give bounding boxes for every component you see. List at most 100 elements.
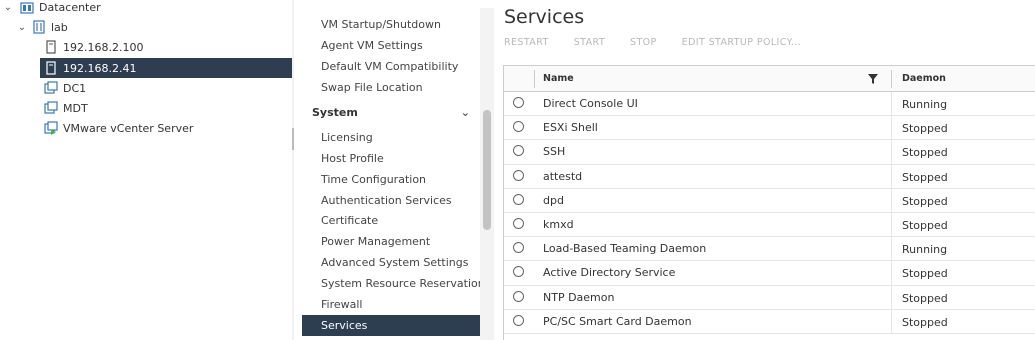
column-divider xyxy=(891,285,892,309)
table-row[interactable]: ESXi Shell Stopped xyxy=(504,116,1035,141)
row-select-radio[interactable] xyxy=(513,193,524,205)
service-daemon-status: Stopped xyxy=(902,194,948,208)
vm-icon xyxy=(44,101,58,114)
tree-node-host-41[interactable]: 192.168.2.41 xyxy=(40,58,292,78)
column-divider xyxy=(891,188,892,212)
scrollbar-thumb[interactable] xyxy=(483,110,491,230)
tree-node-dc1[interactable]: DC1 xyxy=(0,78,292,98)
tree-node-lab[interactable]: ⌄ lab xyxy=(0,17,292,37)
chevron-down-icon[interactable]: ⌄ xyxy=(461,101,470,125)
row-select-radio[interactable] xyxy=(513,266,524,278)
service-daemon-status: Stopped xyxy=(902,315,948,329)
nav-scrollbar[interactable] xyxy=(480,8,494,340)
nav-item-licensing[interactable]: Licensing xyxy=(302,127,480,148)
tree-label: 192.168.2.41 xyxy=(63,61,137,75)
nav-item-swap-file-location[interactable]: Swap File Location xyxy=(302,77,480,98)
service-name: Active Directory Service xyxy=(543,266,676,280)
gutter xyxy=(494,0,500,340)
tree-label: lab xyxy=(51,20,68,34)
tree-node-vcenter[interactable]: VMware vCenter Server xyxy=(0,118,292,138)
host-icon xyxy=(46,40,56,54)
restart-button[interactable]: RESTART xyxy=(504,37,549,53)
nav-item-system-resource-reservation[interactable]: System Resource Reservation xyxy=(302,273,480,294)
nav-item-host-profile[interactable]: Host Profile xyxy=(302,148,480,169)
host-icon xyxy=(46,61,56,75)
row-select-radio[interactable] xyxy=(513,121,524,133)
service-name: ESXi Shell xyxy=(543,121,598,135)
services-table: Name Daemon Direct Console UI Running ESXi… xyxy=(503,65,1035,340)
table-row[interactable]: kmxd Stopped xyxy=(504,213,1035,238)
tree-node-mdt[interactable]: MDT xyxy=(0,98,292,118)
nav-section-system[interactable]: System ⌄ xyxy=(302,101,480,125)
service-daemon-status: Stopped xyxy=(902,267,948,281)
tree-label: DC1 xyxy=(63,81,87,95)
nav-item-firewall[interactable]: Firewall xyxy=(302,294,480,315)
table-row[interactable]: Direct Console UI Running xyxy=(504,92,1035,117)
row-select-radio[interactable] xyxy=(513,314,524,326)
inventory-tree: ⌄ Datacenter ⌄ lab 192.168.2.100 192.168… xyxy=(0,0,292,340)
chevron-down-icon[interactable]: ⌄ xyxy=(2,2,14,13)
row-select-radio[interactable] xyxy=(513,169,524,181)
service-name: PC/SC Smart Card Daemon xyxy=(543,314,692,328)
nav-item-certificate[interactable]: Certificate xyxy=(302,210,480,231)
row-select-radio[interactable] xyxy=(513,97,524,108)
tree-label: MDT xyxy=(63,101,88,115)
nav-item-services[interactable]: Services xyxy=(302,315,480,336)
service-name: attestd xyxy=(543,169,583,183)
table-row[interactable]: attestd Stopped xyxy=(504,164,1035,189)
table-row[interactable]: Active Directory Service Stopped xyxy=(504,261,1035,286)
tree-node-host-100[interactable]: 192.168.2.100 xyxy=(0,37,292,57)
row-select-radio[interactable] xyxy=(513,218,524,229)
nav-item-advanced-system-settings[interactable]: Advanced System Settings xyxy=(302,252,480,273)
service-daemon-status: Stopped xyxy=(902,291,948,305)
service-name: NTP Daemon xyxy=(543,290,615,304)
tree-label: 192.168.2.100 xyxy=(63,40,144,54)
column-divider xyxy=(891,140,892,164)
column-divider xyxy=(891,261,892,285)
pane-splitter[interactable] xyxy=(292,0,294,340)
table-row[interactable]: PC/SC Smart Card Daemon Stopped xyxy=(504,309,1035,334)
nav-section-label: System xyxy=(312,106,358,119)
tree-label: Datacenter xyxy=(39,0,101,14)
vm-icon xyxy=(44,81,58,94)
start-button[interactable]: START xyxy=(574,37,605,53)
service-name: SSH xyxy=(543,145,566,159)
service-daemon-status: Stopped xyxy=(902,122,948,136)
edit-startup-policy-button[interactable]: EDIT STARTUP POLICY... xyxy=(682,37,801,53)
nav-item-power-management[interactable]: Power Management xyxy=(302,231,480,252)
table-row[interactable]: dpd Stopped xyxy=(504,188,1035,213)
row-select-radio[interactable] xyxy=(513,242,524,254)
nav-item-authentication-services[interactable]: Authentication Services xyxy=(302,190,480,211)
table-row[interactable]: SSH Stopped xyxy=(504,140,1035,165)
service-name: dpd xyxy=(543,193,564,207)
table-row[interactable]: Load-Based Teaming Daemon Running xyxy=(504,237,1035,262)
nav-item-default-vm-compatibility[interactable]: Default VM Compatibility xyxy=(302,56,480,77)
filter-icon[interactable] xyxy=(868,74,878,84)
column-divider xyxy=(891,116,892,140)
table-header: Name Daemon xyxy=(504,66,1035,92)
column-divider xyxy=(534,70,535,88)
row-select-radio[interactable] xyxy=(513,145,524,157)
service-daemon-status: Running xyxy=(902,243,948,257)
cluster-icon xyxy=(33,20,45,34)
column-header-daemon[interactable]: Daemon xyxy=(902,73,946,84)
splitter-grip[interactable] xyxy=(292,128,294,150)
chevron-down-icon[interactable]: ⌄ xyxy=(16,22,28,33)
page-title: Services xyxy=(504,6,585,28)
tree-node-datacenter[interactable]: ⌄ Datacenter xyxy=(0,0,292,17)
service-daemon-status: Running xyxy=(902,98,948,111)
column-header-name[interactable]: Name xyxy=(543,73,574,84)
services-toolbar: RESTART START STOP EDIT STARTUP POLICY..… xyxy=(504,37,826,53)
vm-running-icon xyxy=(44,121,58,135)
column-divider[interactable] xyxy=(891,70,892,88)
tree-label: VMware vCenter Server xyxy=(63,121,194,135)
stop-button[interactable]: STOP xyxy=(630,37,657,53)
datacenter-icon xyxy=(20,2,34,14)
column-divider xyxy=(891,213,892,237)
nav-item-time-configuration[interactable]: Time Configuration xyxy=(302,169,480,190)
column-divider xyxy=(891,237,892,261)
nav-item-agent-vm-settings[interactable]: Agent VM Settings xyxy=(302,35,480,56)
nav-item-vm-startup-shutdown[interactable]: VM Startup/Shutdown xyxy=(302,14,480,35)
table-row[interactable]: NTP Daemon Stopped xyxy=(504,285,1035,310)
row-select-radio[interactable] xyxy=(513,290,524,302)
